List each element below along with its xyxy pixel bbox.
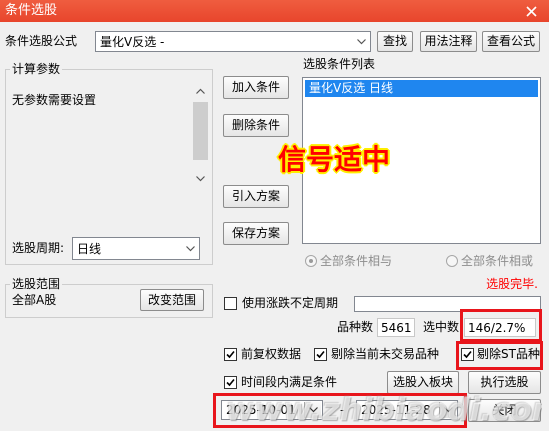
end-date-value: 2025-11-28 <box>361 403 431 417</box>
delete-condition-button[interactable]: 删除条件 <box>223 114 289 137</box>
chevron-down-icon[interactable] <box>192 170 209 187</box>
total-count-label: 品种数 <box>337 320 374 334</box>
total-count-value: 5461 <box>381 320 412 335</box>
exclude-st-checkbox[interactable] <box>461 348 474 361</box>
close-button[interactable]: 关闭 <box>468 399 541 422</box>
condition-stock-picking-dialog: 条件选股 条件选股公式 量化V反选 - 查找 用法注释 查看公式 计算参数 无参… <box>0 0 549 431</box>
exclude-untraded-label: 剔除当前未交易品种 <box>331 347 440 361</box>
exclude-untraded-checkbox[interactable] <box>314 348 327 361</box>
status-text: 选股完毕. <box>486 277 538 291</box>
formula-label: 条件选股公式 <box>5 34 78 48</box>
change-scope-button[interactable]: 改变范围 <box>140 289 204 311</box>
period-combobox[interactable]: 日线 <box>72 237 200 260</box>
chevron-down-icon[interactable] <box>439 402 456 418</box>
period-value: 日线 <box>77 242 102 256</box>
exclude-st-label: 剔除ST品种 <box>477 347 540 361</box>
chevron-down-icon[interactable] <box>304 402 321 418</box>
variable-period-label: 使用涨跌不定周期 <box>242 296 339 310</box>
scrollbar-thumb[interactable] <box>193 102 208 160</box>
scope-value: 全部A股 <box>12 293 57 307</box>
mode-or-label: 全部条件相或 <box>461 254 534 268</box>
check-icon <box>463 350 472 359</box>
variable-period-input[interactable] <box>354 296 541 312</box>
formula-value: 量化V反选 - <box>100 35 165 49</box>
end-date-picker[interactable]: 2025-11-28 <box>356 400 458 420</box>
signal-overlay-text: 信号适中 <box>278 143 391 176</box>
params-scrollbar[interactable] <box>192 80 209 189</box>
forward-adjusted-label: 前复权数据 <box>241 347 302 361</box>
scope-group-title: 选股范围 <box>10 276 63 292</box>
add-to-block-button[interactable]: 选股入板块 <box>387 371 459 394</box>
selected-count-label: 选中数 <box>423 320 460 334</box>
add-condition-button[interactable]: 加入条件 <box>223 76 289 99</box>
period-match-checkbox[interactable] <box>224 376 237 389</box>
start-date-picker[interactable]: 2025-10-01 <box>221 400 323 420</box>
list-item[interactable]: 量化V反选 日线 <box>305 80 538 97</box>
window-title: 条件选股 <box>5 3 58 18</box>
close-icon[interactable] <box>522 3 540 19</box>
check-icon <box>226 378 235 387</box>
chevron-up-icon[interactable] <box>192 82 209 99</box>
forward-adjusted-checkbox[interactable] <box>224 348 237 361</box>
find-button[interactable]: 查找 <box>377 31 413 52</box>
formula-combobox[interactable]: 量化V反选 - <box>95 31 371 52</box>
period-match-label: 时间段内满足条件 <box>241 375 338 389</box>
variable-period-checkbox[interactable] <box>224 297 237 310</box>
condition-list-title: 选股条件列表 <box>303 57 376 71</box>
params-empty-text: 无参数需要设置 <box>12 93 97 107</box>
mode-and-radio[interactable] <box>305 255 317 267</box>
import-scheme-button[interactable]: 引入方案 <box>223 185 289 208</box>
mode-and-label: 全部条件相与 <box>320 254 393 268</box>
run-screening-button[interactable]: 执行选股 <box>468 371 541 394</box>
check-icon <box>316 350 325 359</box>
params-group-title: 计算参数 <box>10 61 63 77</box>
view-formula-button[interactable]: 查看公式 <box>482 31 540 52</box>
title-bar: 条件选股 <box>0 0 549 22</box>
mode-or-radio[interactable] <box>446 255 458 267</box>
date-separator: - <box>340 403 345 417</box>
start-date-value: 2025-10-01 <box>226 403 296 417</box>
check-icon <box>226 350 235 359</box>
total-count-field: 5461 <box>377 318 415 337</box>
period-label: 选股周期: <box>12 241 65 255</box>
chevron-down-icon[interactable] <box>182 239 198 258</box>
usage-notes-button[interactable]: 用法注释 <box>420 31 477 52</box>
selected-count-value: 146/2.7% <box>468 320 526 335</box>
selected-count-field: 146/2.7% <box>464 318 536 337</box>
chevron-down-icon[interactable] <box>353 33 369 50</box>
save-scheme-button[interactable]: 保存方案 <box>223 222 289 245</box>
